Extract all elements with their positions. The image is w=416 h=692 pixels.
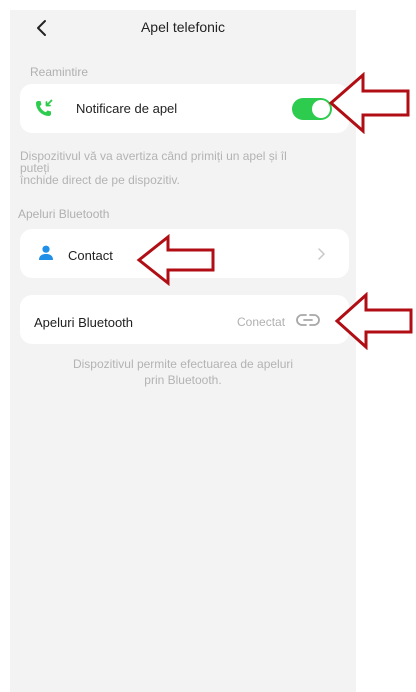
person-icon	[39, 245, 53, 260]
call-notification-label: Notificare de apel	[76, 101, 178, 116]
annotation-arrow-icon	[328, 72, 410, 134]
phone-screen: Apel telefonic Reamintire Notificare de …	[10, 10, 356, 692]
page-title: Apel telefonic	[140, 19, 226, 35]
annotation-arrow-icon	[334, 292, 413, 350]
top-bar: Apel telefonic	[10, 10, 356, 50]
call-notification-toggle[interactable]	[292, 98, 332, 120]
call-notification-row[interactable]: Notificare de apel	[20, 84, 349, 133]
bluetooth-calls-label: Apeluri Bluetooth	[34, 315, 134, 330]
chevron-right-icon	[318, 248, 325, 260]
bluetooth-calls-row[interactable]: Apeluri Bluetooth Conectat	[20, 295, 349, 344]
bluetooth-status: Conectat	[237, 315, 286, 329]
contact-label: Contact	[68, 248, 113, 263]
bluetooth-description-line1: Dispozitivul permite efectuarea de apelu…	[72, 357, 294, 371]
section-label-bluetooth-calls: Apeluri Bluetooth	[18, 207, 110, 221]
bluetooth-description-line2: prin Bluetooth.	[144, 373, 222, 387]
reminder-description-line1: Dispozitivul vă va avertiza când primiți…	[20, 149, 287, 163]
reminder-description-line3: închide direct de pe dispozitiv.	[20, 173, 180, 187]
section-label-reminder: Reamintire	[30, 65, 89, 79]
annotation-arrow-icon	[136, 234, 215, 286]
link-icon	[296, 314, 320, 326]
incoming-call-icon	[36, 99, 53, 116]
